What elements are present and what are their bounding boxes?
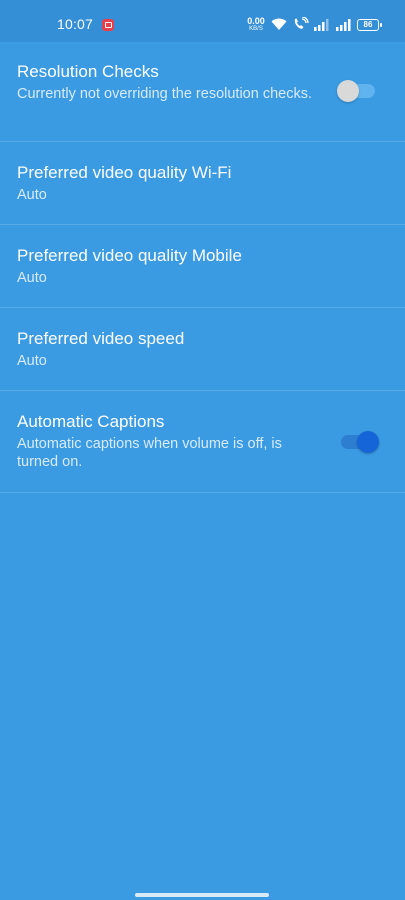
settings-list: Resolution Checks Currently not overridi… xyxy=(0,42,405,493)
battery-icon: 86 xyxy=(357,19,382,31)
network-speed: 0.00 KB/S xyxy=(245,17,267,33)
toggle-thumb xyxy=(357,431,379,453)
toggle-thumb xyxy=(337,80,359,102)
signal-icon xyxy=(336,19,351,31)
setting-summary: Auto xyxy=(17,270,47,286)
status-time: 10:07 xyxy=(57,16,94,32)
setting-title: Automatic Captions xyxy=(17,412,165,431)
setting-title: Resolution Checks xyxy=(17,62,159,81)
setting-summary: Automatic captions when volume is off, i… xyxy=(17,436,282,470)
status-bar: 10:07 0.00 KB/S 86 xyxy=(0,0,405,42)
network-speed-unit: KB/S xyxy=(249,26,263,32)
setting-summary: Auto xyxy=(17,187,47,203)
screen-record-icon xyxy=(102,19,114,31)
setting-title: Preferred video speed xyxy=(17,329,185,348)
signal-icon xyxy=(314,19,329,31)
setting-video-speed[interactable]: Preferred video speed Auto xyxy=(0,308,405,391)
setting-resolution-checks[interactable]: Resolution Checks Currently not overridi… xyxy=(0,42,405,142)
network-speed-value: 0.00 xyxy=(247,16,265,26)
setting-summary: Auto xyxy=(17,353,47,369)
setting-title: Preferred video quality Wi-Fi xyxy=(17,163,232,182)
home-indicator[interactable] xyxy=(135,893,269,897)
settings-screen: 10:07 0.00 KB/S 86 Resolution Checks Cur… xyxy=(0,0,405,900)
setting-summary: Currently not overriding the resolution … xyxy=(17,86,312,102)
automatic-captions-toggle[interactable] xyxy=(341,431,379,453)
wifi-icon xyxy=(271,18,287,30)
resolution-checks-toggle[interactable] xyxy=(337,80,375,102)
setting-title: Preferred video quality Mobile xyxy=(17,246,242,265)
setting-video-quality-mobile[interactable]: Preferred video quality Mobile Auto xyxy=(0,225,405,308)
volte-icon xyxy=(294,17,309,29)
setting-video-quality-wifi[interactable]: Preferred video quality Wi-Fi Auto xyxy=(0,142,405,225)
setting-automatic-captions[interactable]: Automatic Captions Automatic captions wh… xyxy=(0,391,405,493)
